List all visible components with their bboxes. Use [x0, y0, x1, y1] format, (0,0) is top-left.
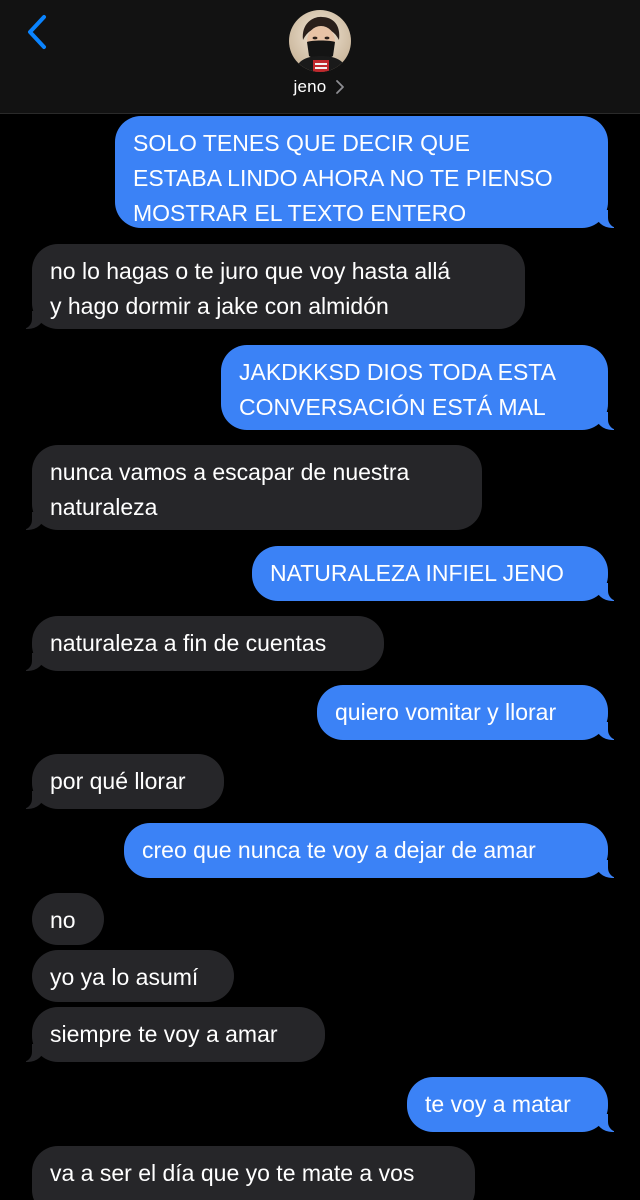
message-line: SOLO TENES QUE DECIR QUE	[133, 130, 470, 156]
message-line: va a ser el día que yo te mate a vos	[50, 1160, 415, 1186]
message-line: por qué llorar	[50, 768, 186, 794]
contact-info-button[interactable]: jeno	[0, 74, 640, 100]
message-line: creo que nunca te voy a dejar de amar	[142, 837, 536, 863]
message-line: NATURALEZA INFIEL JENO	[270, 560, 564, 586]
message-line: te voy a matar	[425, 1091, 571, 1117]
message-line: ESTABA LINDO AHORA NO TE PIENSO	[133, 165, 553, 191]
message-bubble-received[interactable]: por qué llorar	[20, 754, 224, 809]
message-bubble-sent[interactable]: SOLO TENES QUE DECIR QUE ESTABA LINDO AH…	[115, 116, 620, 228]
avatar-photo	[289, 10, 351, 72]
message-line: no	[50, 907, 76, 933]
message-line: nunca vamos a escapar de nuestra	[50, 459, 410, 485]
messages-screen: jeno SOLO TENES QUE DECIR QUE ESTABA LIN…	[0, 0, 640, 1200]
message-line: quiero vomitar y llorar	[335, 699, 557, 725]
message-bubble-received[interactable]: siempre te voy a amar	[20, 1007, 325, 1062]
chevron-right-icon	[336, 80, 345, 94]
message-bubble-sent[interactable]: NATURALEZA INFIEL JENO	[252, 546, 620, 601]
message-bubble-received[interactable]: no	[32, 893, 104, 945]
message-bubble-sent[interactable]: creo que nunca te voy a dejar de amar	[124, 823, 620, 878]
message-line: naturaleza	[50, 494, 158, 520]
message-bubble-received[interactable]: no lo hagas o te juro que voy hasta allá…	[20, 244, 525, 329]
message-line: MOSTRAR EL TEXTO ENTERO	[133, 200, 467, 226]
message-line: siempre te voy a amar	[50, 1021, 278, 1047]
message-line: yo ya lo asumí	[50, 964, 199, 990]
message-bubble-sent[interactable]: quiero vomitar y llorar	[317, 685, 620, 740]
back-button[interactable]	[20, 10, 54, 54]
message-line: y hago dormir a jake con almidón	[50, 293, 389, 319]
message-bubble-sent[interactable]: JAKDKKSD DIOS TODA ESTA CONVERSACIÓN EST…	[221, 345, 620, 430]
message-bubble-received[interactable]: va a ser el día que yo te mate a vos	[32, 1146, 475, 1200]
message-bubble-sent[interactable]: te voy a matar	[407, 1077, 620, 1132]
message-line: no lo hagas o te juro que voy hasta allá	[50, 258, 451, 284]
conversation-header: jeno	[0, 0, 640, 114]
contact-name: jeno	[293, 77, 327, 96]
message-line: JAKDKKSD DIOS TODA ESTA	[239, 359, 556, 385]
message-bubble-received[interactable]: nunca vamos a escapar de nuestra natural…	[20, 445, 482, 530]
chevron-left-icon	[28, 15, 46, 49]
message-bubble-received[interactable]: yo ya lo asumí	[32, 950, 234, 1002]
message-line: CONVERSACIÓN ESTÁ MAL	[239, 394, 546, 420]
message-bubble-received[interactable]: naturaleza a fin de cuentas	[20, 616, 384, 671]
contact-avatar[interactable]	[289, 10, 351, 72]
message-line: naturaleza a fin de cuentas	[50, 630, 327, 656]
